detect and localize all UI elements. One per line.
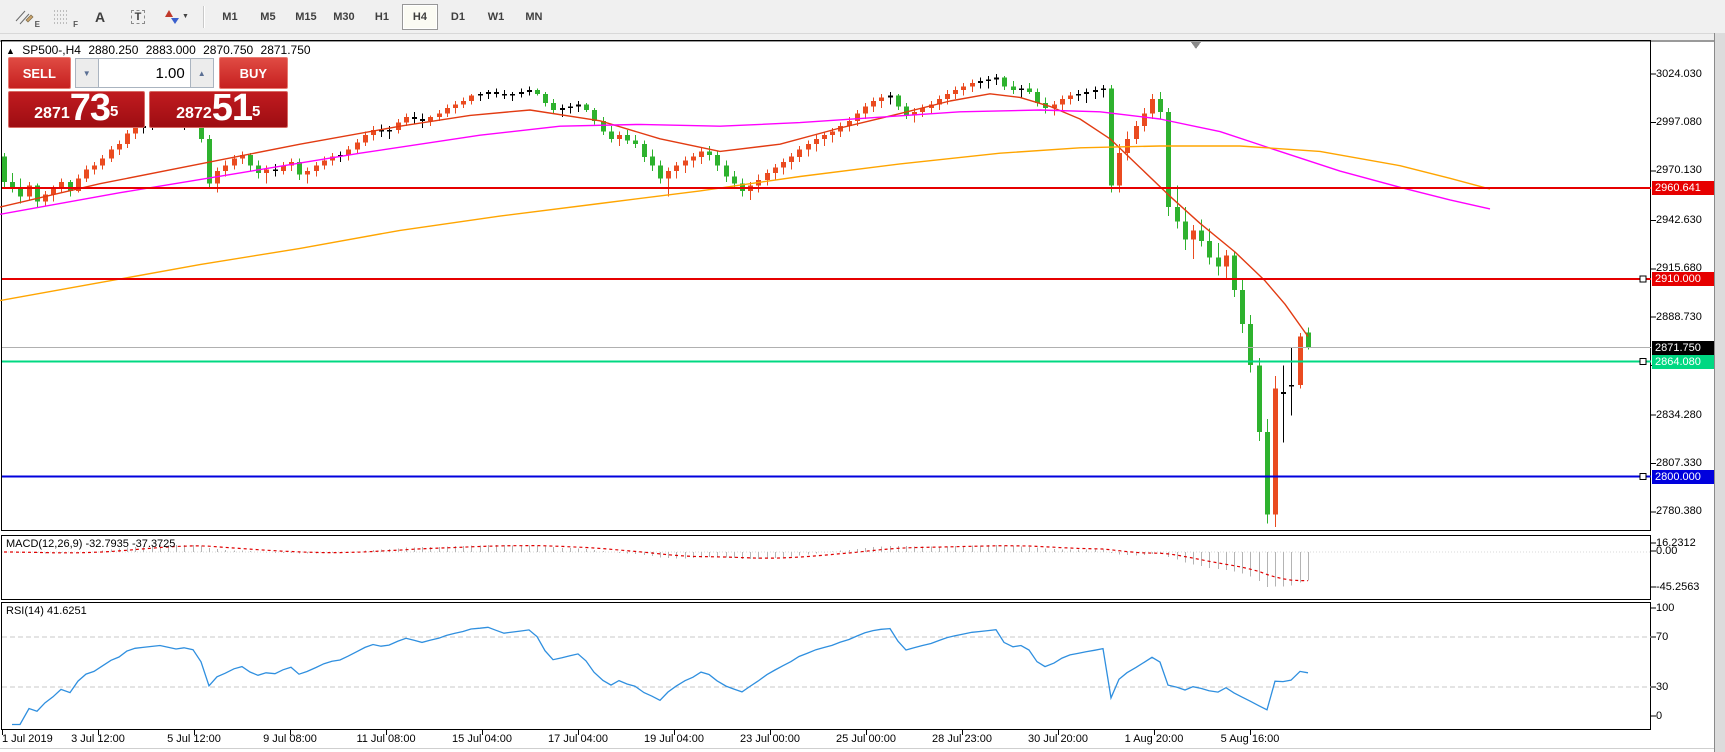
chevron-down-icon: ▼ <box>83 69 91 78</box>
collapse-panel-arrow-icon[interactable]: ▲ <box>6 46 15 56</box>
ohlc-close: 2871.750 <box>261 43 311 57</box>
volume-increase-button[interactable]: ▲ <box>190 58 214 88</box>
buy-big-figure: 2872 <box>176 103 212 125</box>
buy-button[interactable]: BUY <box>219 57 288 89</box>
volume-decrease-button[interactable]: ▼ <box>75 58 99 88</box>
macd-main-value: -32.7935 <box>85 538 128 550</box>
sell-price-tile[interactable]: 2871 73 5 <box>8 91 145 128</box>
chart-shift-marker[interactable] <box>1191 42 1201 49</box>
buy-price-tile[interactable]: 2872 51 5 <box>149 91 289 128</box>
symbol-period-label: SP500-,H4 <box>22 43 81 57</box>
sell-big-figure: 2871 <box>34 103 70 125</box>
rsi-label: RSI(14) 41.6251 <box>6 605 87 617</box>
sell-button[interactable]: SELL <box>8 57 71 89</box>
ohlc-open: 2880.250 <box>88 43 138 57</box>
macd-label: MACD(12,26,9) -32.7935 -37.3725 <box>6 538 175 550</box>
chart-header: ▲ SP500-,H4 2880.250 2883.000 2870.750 2… <box>6 43 315 57</box>
volume-stepper: ▼ 1.00 ▲ <box>75 58 214 88</box>
one-click-trade-panel: SELL ▼ 1.00 ▲ BUY 2871 73 5 2872 51 5 <box>8 57 288 128</box>
buy-pips: 51 <box>212 91 252 125</box>
ohlc-low: 2870.750 <box>203 43 253 57</box>
macd-name: MACD(12,26,9) <box>6 538 82 550</box>
buy-fraction: 5 <box>252 92 260 132</box>
window-edge-scrollbar[interactable] <box>1714 33 1725 752</box>
rsi-name: RSI(14) <box>6 605 44 617</box>
trading-terminal-window: E F A T ▼ M1M5M15M30H1H4D1W1MN <box>0 0 1725 752</box>
sell-fraction: 5 <box>110 92 118 132</box>
chevron-up-icon: ▲ <box>198 69 206 78</box>
rsi-value: 41.6251 <box>47 605 87 617</box>
ohlc-high: 2883.000 <box>146 43 196 57</box>
volume-input[interactable]: 1.00 <box>99 58 190 88</box>
macd-signal-value: -37.3725 <box>132 538 175 550</box>
sell-pips: 73 <box>70 91 110 125</box>
